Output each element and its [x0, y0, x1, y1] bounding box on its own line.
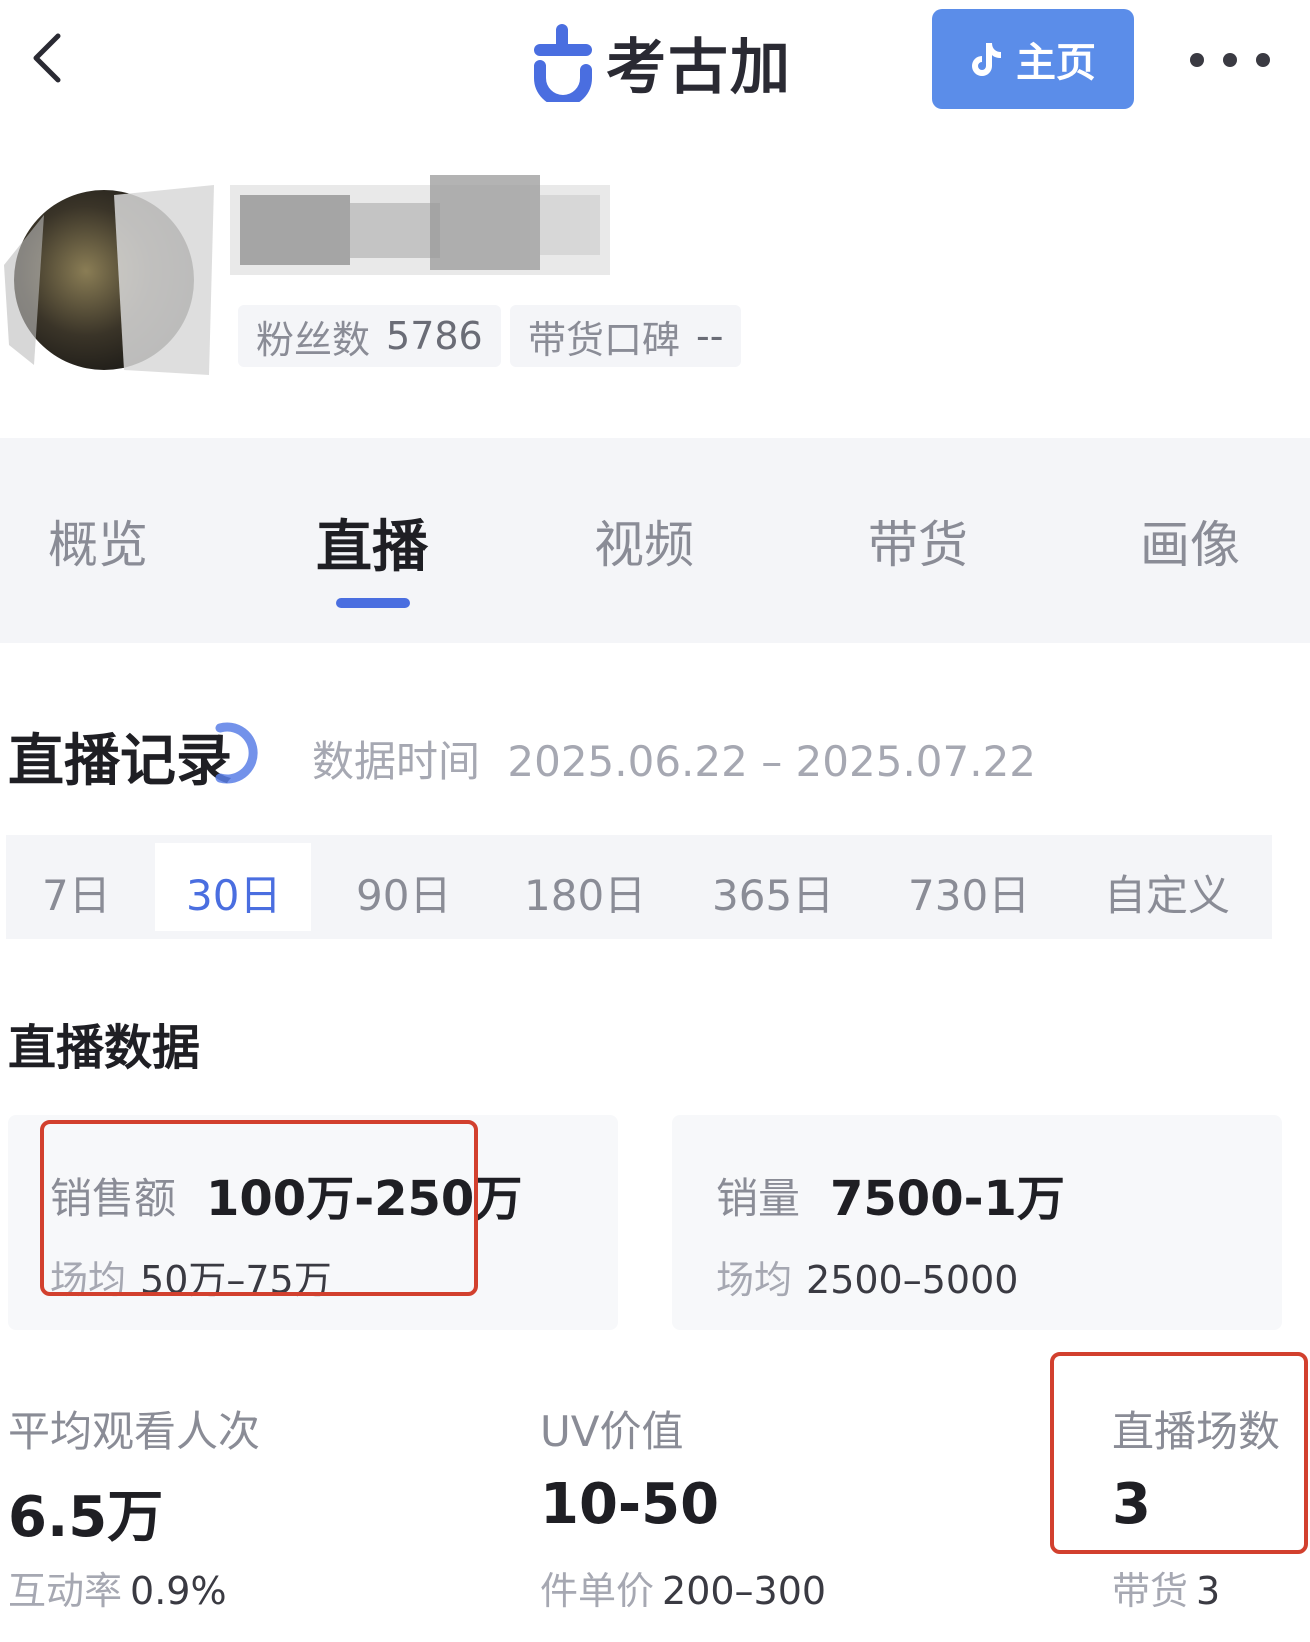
goods-sessions: 带货 3 [1112, 1560, 1220, 1615]
more-dots-icon [1190, 53, 1204, 67]
avg-viewers-label: 平均观看人次 [8, 1407, 261, 1456]
sales-volume-avg-value: 2500–5000 [806, 1258, 1019, 1302]
engagement-rate: 互动率 0.9% [8, 1560, 227, 1615]
avg-viewers-value: 6.5万 [8, 1485, 164, 1550]
back-button[interactable] [18, 28, 78, 88]
app-logo: 考古加 [530, 18, 792, 106]
highlight-box-sessions [1050, 1352, 1308, 1554]
fans-label: 粉丝数 [256, 317, 371, 362]
uv-value-value: 10-50 [540, 1472, 720, 1537]
refresh-icon[interactable] [212, 720, 266, 786]
blurred-username [210, 155, 630, 285]
goods-sessions-value: 3 [1196, 1569, 1221, 1613]
live-data-title: 直播数据 [8, 1020, 201, 1076]
tab-live[interactable]: 直播 [316, 502, 428, 583]
home-button[interactable]: 主页 [932, 9, 1134, 109]
unit-price-label: 件单价 [540, 1569, 655, 1613]
data-time-label: 数据时间 [312, 737, 481, 786]
avatar[interactable] [4, 175, 214, 385]
chevron-left-icon [33, 33, 61, 83]
douyin-icon [972, 43, 1001, 76]
tab-overview[interactable]: 概览 [48, 505, 148, 577]
more-dot [1223, 53, 1237, 67]
sales-volume-value: 7500-1万 [830, 1171, 1065, 1227]
reputation-value: -- [696, 314, 724, 358]
range-90d[interactable]: 90日 [356, 862, 451, 923]
more-dot [1256, 53, 1270, 67]
uv-value-label: UV价值 [540, 1407, 684, 1456]
range-180d[interactable]: 180日 [524, 862, 646, 923]
data-time: 数据时间 2025.06.22 – 2025.07.22 [312, 728, 1036, 789]
sales-volume-avg: 场均 2500–5000 [716, 1249, 1018, 1304]
logo-text: 考古加 [606, 32, 792, 103]
home-button-label: 主页 [1016, 40, 1096, 86]
reputation-label: 带货口碑 [528, 317, 681, 362]
unit-price: 件单价 200–300 [540, 1560, 826, 1615]
data-time-range: 2025.06.22 – 2025.07.22 [507, 737, 1037, 786]
range-365d[interactable]: 365日 [712, 862, 834, 923]
tab-portrait[interactable]: 画像 [1140, 505, 1240, 577]
sales-volume-card: 销量 7500-1万 场均 2500–5000 [672, 1115, 1282, 1330]
active-tab-indicator [336, 598, 410, 608]
fans-value: 5786 [386, 314, 483, 358]
range-custom[interactable]: 自定义 [1104, 862, 1230, 923]
range-7d[interactable]: 7日 [42, 862, 111, 923]
tab-goods[interactable]: 带货 [868, 505, 968, 577]
engagement-rate-value: 0.9% [130, 1569, 227, 1613]
sales-volume-avg-label: 场均 [716, 1258, 793, 1302]
reputation: 带货口碑 -- [510, 305, 742, 367]
live-record-title: 直播记录 [8, 729, 232, 794]
engagement-rate-label: 互动率 [8, 1569, 123, 1613]
kaogujia-logo-icon [534, 24, 592, 102]
sales-volume-label: 销量 [716, 1174, 801, 1223]
goods-sessions-label: 带货 [1112, 1569, 1189, 1613]
more-button[interactable] [1190, 40, 1270, 80]
fans-count: 粉丝数 5786 [238, 305, 501, 367]
range-730d[interactable]: 730日 [908, 862, 1030, 923]
highlight-box-sales [40, 1120, 478, 1296]
unit-price-value: 200–300 [662, 1569, 827, 1613]
tab-video[interactable]: 视频 [594, 505, 694, 577]
range-30d[interactable]: 30日 [186, 862, 281, 923]
